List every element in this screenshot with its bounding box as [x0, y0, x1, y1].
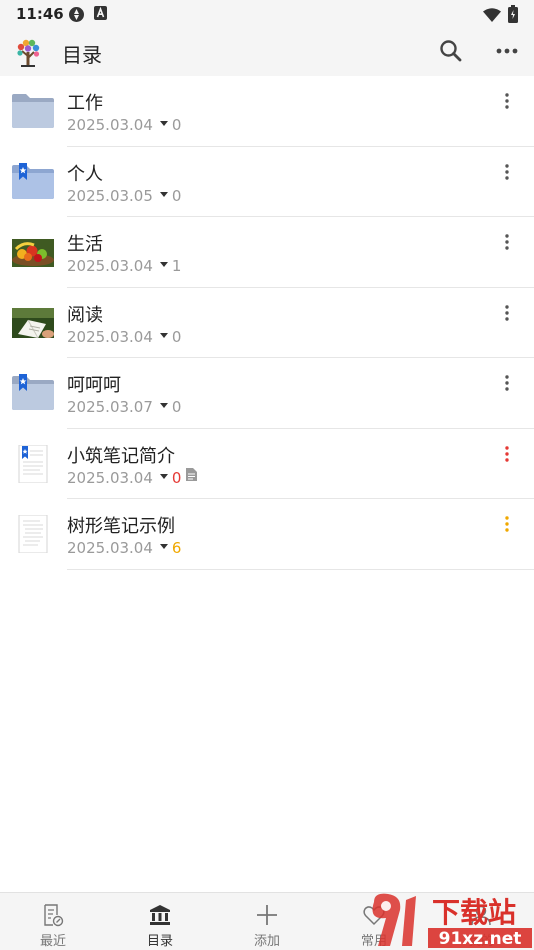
app-bar: 目录	[0, 28, 534, 76]
item-title: 树形笔记示例	[67, 516, 175, 537]
item-date: 2025.03.04	[67, 116, 153, 134]
item-meta: 2025.03.04 6	[67, 539, 181, 557]
item-title: 生活	[67, 234, 103, 255]
item-meta: 2025.03.07 0	[67, 398, 181, 416]
more-vertical-icon	[505, 234, 509, 250]
item-title: 工作	[67, 93, 103, 114]
item-meta: 2025.03.04 0	[67, 116, 181, 134]
item-date: 2025.03.05	[67, 186, 153, 205]
item-meta: 2025.03.05 0	[67, 187, 181, 205]
item-meta: 2025.03.04 1	[67, 257, 181, 275]
fruit-photo-icon	[10, 233, 56, 271]
watermark-url: 91xz.net	[439, 929, 522, 949]
search-icon	[440, 40, 462, 62]
item-date: 2025.03.07	[67, 398, 153, 416]
item-meta: 2025.03.04 0	[67, 328, 181, 346]
item-menu-button[interactable]	[500, 163, 514, 181]
note-icon	[10, 514, 56, 554]
item-count: 1	[171, 257, 182, 275]
bookmarked-note-icon	[10, 444, 56, 483]
item-count: 0	[171, 327, 182, 346]
caret-down-icon	[159, 473, 168, 479]
item-meta: 2025.03.04 0	[67, 467, 198, 488]
nav-add[interactable]: 添加	[214, 893, 320, 950]
caret-down-icon	[159, 262, 168, 267]
item-count: 6	[171, 539, 182, 557]
nav-label: 最近	[39, 934, 66, 949]
item-title: 小筑笔记简介	[67, 445, 175, 467]
search-button[interactable]	[438, 38, 466, 66]
more-vertical-icon	[505, 163, 509, 180]
recent-note-icon	[44, 904, 64, 927]
item-count: 0	[171, 186, 182, 205]
item-title: 个人	[67, 163, 103, 185]
caret-down-icon	[159, 544, 168, 549]
bookmarked-folder-icon	[10, 162, 56, 201]
document-icon	[186, 467, 198, 485]
status-time: 11:46	[16, 5, 64, 23]
item-date: 2025.03.04	[67, 468, 153, 487]
list-item[interactable]: 阅读 2025.03.04 0	[0, 288, 534, 358]
directory-list: 工作 2025.03.04 0 个人 2025.03.05 0 生活 2025.03…	[0, 76, 534, 570]
plus-icon	[257, 905, 277, 925]
list-item[interactable]: 个人 2025.03.05 0	[0, 147, 534, 217]
more-vertical-icon	[505, 516, 509, 532]
more-vertical-icon	[505, 445, 509, 462]
caret-down-icon	[159, 121, 168, 126]
nav-recent[interactable]: 最近	[0, 893, 106, 950]
list-item[interactable]: 小筑笔记简介 2025.03.04 0	[0, 429, 534, 499]
battery-icon	[508, 5, 518, 27]
item-date: 2025.03.04	[67, 327, 153, 346]
keyboard-a-icon	[94, 6, 107, 25]
list-item[interactable]: 工作 2025.03.04 0	[0, 76, 534, 147]
item-title: 呵呵呵	[67, 375, 121, 396]
caret-down-icon	[159, 403, 168, 408]
bookmarked-folder-icon	[10, 374, 56, 412]
sync-icon	[68, 6, 85, 27]
caret-down-icon	[159, 332, 168, 338]
item-count: 0	[171, 398, 182, 416]
more-vertical-icon	[505, 304, 509, 321]
item-menu-button[interactable]	[500, 92, 514, 110]
caret-down-icon	[159, 191, 168, 197]
item-menu-button[interactable]	[500, 233, 514, 251]
list-item[interactable]: 呵呵呵 2025.03.07 0	[0, 358, 534, 429]
nav-directory[interactable]: 目录	[107, 893, 213, 950]
item-date: 2025.03.04	[67, 539, 153, 557]
tree-logo-icon	[14, 38, 42, 68]
more-vertical-icon	[505, 93, 509, 109]
item-menu-button[interactable]	[500, 374, 514, 392]
wifi-icon	[483, 7, 501, 26]
item-count: 0	[171, 468, 182, 487]
watermark-title: 下载站	[432, 896, 516, 929]
item-menu-button[interactable]	[500, 445, 514, 463]
page-title: 目录	[62, 43, 102, 67]
nav-label: 目录	[146, 934, 173, 949]
status-bar: 11:46	[0, 0, 534, 28]
more-vertical-icon	[505, 375, 509, 391]
item-count: 0	[171, 116, 182, 134]
folder-icon	[10, 92, 56, 130]
more-options-button[interactable]	[494, 38, 522, 66]
library-icon	[150, 905, 170, 925]
row-divider	[67, 568, 534, 570]
list-item[interactable]: 树形笔记示例 2025.03.04 6	[0, 499, 534, 570]
item-menu-button[interactable]	[500, 515, 514, 533]
watermark: 下载站 91xz.net	[360, 890, 534, 950]
list-item[interactable]: 生活 2025.03.04 1	[0, 217, 534, 288]
item-title: 阅读	[67, 304, 103, 326]
item-date: 2025.03.04	[67, 257, 153, 275]
more-horizontal-icon	[496, 48, 518, 54]
reading-photo-icon	[10, 304, 56, 342]
item-menu-button[interactable]	[500, 304, 514, 322]
nav-label: 添加	[253, 934, 280, 949]
